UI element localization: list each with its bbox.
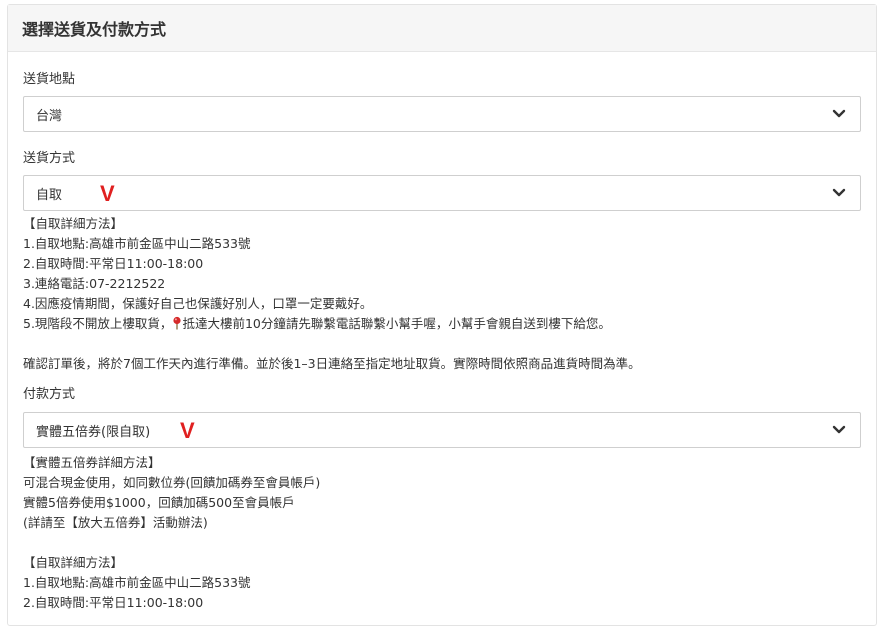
check-mark-annotation: V <box>180 418 195 443</box>
shipping-details: 【自取詳細方法】 1.自取地點:高雄市前金區中山二路533號 2.自取時間:平常… <box>23 214 861 374</box>
location-select[interactable]: 台灣 <box>23 96 861 132</box>
shipping-detail-prefix: 5.現階段不開放上樓取貨， <box>23 316 173 331</box>
payment-details: 【實體五倍券詳細方法】 可混合現金使用，如同數位券(回饋加碼券至會員帳戶) 實體… <box>23 453 861 613</box>
chevron-down-icon <box>832 109 846 118</box>
shipping-method-value: 自取 <box>36 187 63 203</box>
shipping-detail-line: 5.現階段不開放上樓取貨， 抵達大樓前10分鐘請先聯繫電話聯繫小幫手喔，小幫手會親… <box>23 314 861 334</box>
shipping-method-label: 送貨方式 <box>23 151 76 166</box>
shipping-detail-line: 【自取詳細方法】 <box>23 216 124 231</box>
shipping-note: 確認訂單後，將於7個工作天內進行準備。並於後1–3日連絡至指定地址取貨。實際時間… <box>23 356 641 371</box>
payment-detail-line: 2.自取時間:平常日11:00-18:00 <box>23 595 204 610</box>
chevron-down-icon <box>832 425 846 434</box>
chevron-down-icon <box>832 188 846 197</box>
payment-detail-line: 1.自取地點:高雄市前金區中山二路533號 <box>23 575 251 590</box>
shipping-payment-panel: 選擇送貨及付款方式 送貨地點 台灣 送貨方式 自取 V 【自取詳細方法】 1.自… <box>7 4 877 626</box>
panel-title: 選擇送貨及付款方式 <box>8 5 876 52</box>
location-value: 台灣 <box>36 108 63 124</box>
check-mark-annotation: V <box>100 181 115 206</box>
payment-detail-line: 【自取詳細方法】 <box>23 555 124 570</box>
shipping-detail-line: 2.自取時間:平常日11:00-18:00 <box>23 256 204 271</box>
shipping-detail-line: 4.因應疫情期間，保護好自己也保護好別人，口罩一定要戴好。 <box>23 296 373 311</box>
payment-detail-line: 可混合現金使用，如同數位券(回饋加碼券至會員帳戶) <box>23 475 321 490</box>
shipping-detail-line: 1.自取地點:高雄市前金區中山二路533號 <box>23 236 251 251</box>
location-label: 送貨地點 <box>23 72 76 87</box>
payment-method-label: 付款方式 <box>23 387 76 402</box>
shipping-detail-line: 3.連絡電話:07-2212522 <box>23 276 166 291</box>
payment-detail-line: 【實體五倍券詳細方法】 <box>23 455 161 470</box>
payment-method-value: 實體五倍券(限自取) <box>36 424 151 440</box>
shipping-detail-suffix: 抵達大樓前10分鐘請先聯繫電話聯繫小幫手喔，小幫手會親自送到樓下給您。 <box>182 316 611 331</box>
round-pushpin-icon <box>173 316 182 330</box>
payment-detail-line: (詳請至【放大五倍券】活動辦法) <box>23 515 208 530</box>
payment-detail-line: 實體5倍券使用$1000，回饋加碼500至會員帳戶 <box>23 495 295 510</box>
payment-detail-line <box>23 533 861 553</box>
payment-method-select[interactable]: 實體五倍券(限自取) V <box>23 412 861 448</box>
shipping-method-select[interactable]: 自取 V <box>23 175 861 211</box>
